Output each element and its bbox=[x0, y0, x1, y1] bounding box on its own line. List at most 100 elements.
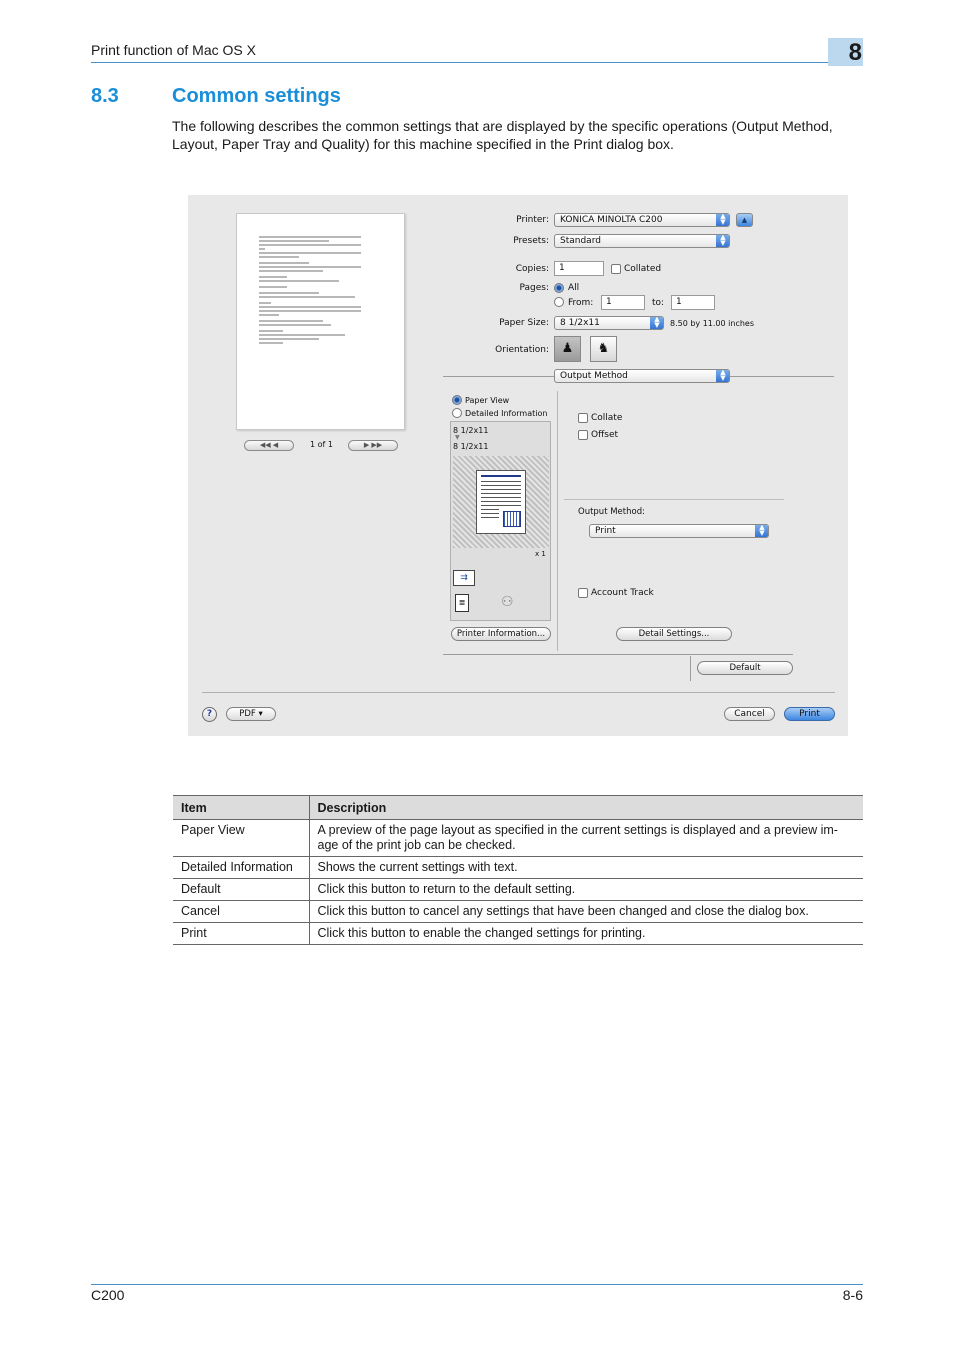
table-row: Detailed Information Shows the current s… bbox=[173, 856, 863, 879]
cancel-button[interactable]: Cancel bbox=[724, 707, 775, 721]
account-track-checkbox[interactable] bbox=[578, 588, 588, 598]
table-header-row: Item Description bbox=[173, 795, 863, 820]
layout-preview bbox=[453, 456, 549, 548]
print-dialog: ◀◀ ◀ 1 of 1 ▶ ▶▶ Printer: KONICA MINOLTA… bbox=[188, 195, 848, 736]
table-row: Print Click this button to enable the ch… bbox=[173, 922, 863, 945]
header-rule bbox=[91, 62, 863, 63]
pages-to-label: to: bbox=[652, 298, 665, 308]
updown-icon: ▲ ▼ bbox=[716, 214, 729, 226]
detail-settings-button[interactable]: Detail Settings... bbox=[616, 627, 732, 641]
portrait-icon: ♟ bbox=[561, 341, 574, 356]
footer-divider bbox=[443, 654, 793, 655]
from-field[interactable]: 1 bbox=[601, 295, 645, 310]
help-icon[interactable]: ? bbox=[202, 707, 217, 722]
info-size-2: 8 1/2x11 bbox=[453, 442, 489, 451]
header-item: Item bbox=[173, 795, 310, 820]
pages-all-radio[interactable] bbox=[554, 283, 564, 293]
row-description: Shows the current settings with text. bbox=[309, 856, 863, 879]
chapter-number: 8 bbox=[828, 38, 863, 66]
output-method-label: Output Method: bbox=[578, 507, 645, 517]
offset-label: Offset bbox=[591, 430, 619, 440]
detailed-info-label: Detailed Information bbox=[465, 409, 548, 418]
page-preview bbox=[236, 213, 405, 430]
table-row: Default Click this button to return to t… bbox=[173, 878, 863, 901]
row-description: A preview of the page layout as specifie… bbox=[309, 819, 863, 857]
collate-label: Collate bbox=[591, 413, 623, 423]
presets-select[interactable]: Standard ▲ ▼ bbox=[554, 234, 730, 248]
paper-view-label: Paper View bbox=[465, 396, 510, 405]
row-item: Cancel bbox=[173, 900, 310, 923]
section-number: 8.3 bbox=[91, 85, 119, 107]
account-track-label: Account Track bbox=[591, 588, 654, 598]
panel-select[interactable]: Output Method ▲ ▼ bbox=[554, 369, 730, 383]
paper-size-select[interactable]: 8 1/2x11 ▲ ▼ bbox=[554, 316, 664, 330]
document-icon: ≣ bbox=[455, 594, 469, 612]
row-item: Detailed Information bbox=[173, 856, 310, 879]
panel-value: Output Method bbox=[560, 371, 628, 381]
output-tray-icon: ⇉ bbox=[453, 570, 475, 586]
users-icon: ⚇ bbox=[501, 594, 514, 610]
output-method-select[interactable]: Print ▲ ▼ bbox=[589, 524, 769, 538]
pages-from-radio[interactable] bbox=[554, 297, 564, 307]
stamp-icon bbox=[503, 511, 521, 527]
pdf-menu-button[interactable]: PDF ▾ bbox=[226, 707, 276, 721]
intro-paragraph: The following describes the common setti… bbox=[172, 118, 833, 152]
to-field[interactable]: 1 bbox=[671, 295, 715, 310]
updown-icon: ▲ ▼ bbox=[716, 370, 729, 382]
paper-size-value: 8 1/2x11 bbox=[560, 318, 600, 328]
default-button[interactable]: Default bbox=[697, 661, 793, 675]
updown-icon: ▲ ▼ bbox=[716, 235, 729, 247]
printer-label: Printer: bbox=[516, 215, 549, 225]
output-method-value: Print bbox=[595, 526, 616, 536]
running-header: Print function of Mac OS X bbox=[91, 42, 256, 58]
arrow-down-icon: ▼ bbox=[455, 434, 460, 441]
panel-vertical-divider bbox=[557, 391, 558, 651]
landscape-icon: ♞ bbox=[597, 341, 610, 356]
printer-value: KONICA MINOLTA C200 bbox=[560, 215, 663, 225]
copies-label: Copies: bbox=[515, 264, 549, 274]
table-row: Paper View A preview of the page layout … bbox=[173, 819, 863, 857]
updown-icon: ▲ ▼ bbox=[755, 525, 768, 537]
footer-model: C200 bbox=[91, 1287, 125, 1303]
landscape-orientation-button[interactable]: ♞ bbox=[590, 336, 617, 362]
presets-value: Standard bbox=[560, 236, 601, 246]
paper-view-radio[interactable] bbox=[452, 395, 462, 405]
presets-label: Presets: bbox=[513, 236, 549, 246]
row-item: Default bbox=[173, 878, 310, 901]
collated-checkbox[interactable] bbox=[611, 264, 621, 274]
copies-field[interactable]: 1 bbox=[554, 261, 604, 276]
page-nav-forward-button[interactable]: ▶ ▶▶ bbox=[348, 440, 398, 451]
collated-label: Collated bbox=[624, 264, 662, 274]
pages-all-label: All bbox=[568, 283, 580, 293]
pages-from-label: From: bbox=[568, 298, 594, 308]
header-description: Description bbox=[309, 795, 863, 820]
paper-size-label: Paper Size: bbox=[499, 318, 549, 328]
row-description: Click this button to return to the defau… bbox=[309, 878, 863, 901]
print-button[interactable]: Print bbox=[784, 707, 835, 721]
output-divider bbox=[564, 499, 784, 500]
default-divider bbox=[690, 656, 691, 681]
printer-information-button[interactable]: Printer Information... bbox=[451, 627, 551, 641]
disclosure-triangle-icon[interactable]: ▲ bbox=[736, 213, 753, 227]
footer-page-number: 8-6 bbox=[842, 1287, 863, 1303]
offset-checkbox[interactable] bbox=[578, 430, 588, 440]
paper-view-pane: 8 1/2x11 ▼ 8 1/2x11 x 1 ⇉ ≣ ⚇ bbox=[450, 421, 551, 621]
printer-select[interactable]: KONICA MINOLTA C200 ▲ ▼ bbox=[554, 213, 730, 227]
portrait-orientation-button[interactable]: ♟ bbox=[554, 336, 581, 362]
collate-checkbox[interactable] bbox=[578, 413, 588, 423]
updown-icon: ▲ ▼ bbox=[650, 317, 663, 329]
detailed-info-radio[interactable] bbox=[452, 408, 462, 418]
page-count: 1 of 1 bbox=[310, 440, 333, 449]
paper-size-dims: 8.50 by 11.00 inches bbox=[670, 319, 755, 328]
table-row: Cancel Click this button to cancel any s… bbox=[173, 900, 863, 923]
row-item: Print bbox=[173, 922, 310, 945]
section-title: Common settings bbox=[172, 85, 341, 107]
row-item: Paper View bbox=[173, 819, 310, 857]
row-description: Click this button to cancel any settings… bbox=[309, 900, 863, 923]
settings-table: Item Description Paper View A preview of… bbox=[173, 795, 863, 945]
row-description: Click this button to enable the changed … bbox=[309, 922, 863, 945]
layout-page bbox=[476, 470, 526, 534]
orientation-label: Orientation: bbox=[495, 345, 549, 355]
page-nav-back-button[interactable]: ◀◀ ◀ bbox=[244, 440, 294, 451]
pages-label: Pages: bbox=[519, 283, 549, 293]
